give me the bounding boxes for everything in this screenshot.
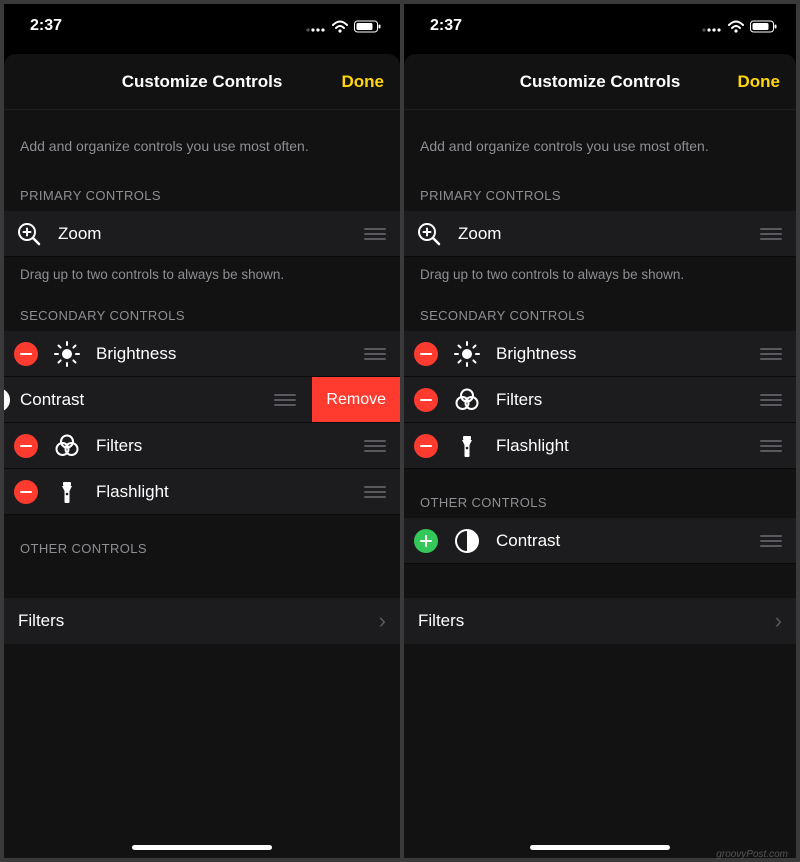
flashlight-icon [52, 477, 82, 507]
remove-button[interactable] [414, 388, 438, 412]
status-right [306, 20, 382, 33]
battery-icon [750, 20, 778, 33]
row-label: Filters [18, 611, 379, 631]
primary-row-zoom[interactable]: Zoom [404, 211, 796, 257]
remove-button[interactable] [14, 480, 38, 504]
secondary-header: SECONDARY CONTROLS [4, 282, 400, 331]
nav-bar: Customize Controls Done [404, 54, 796, 110]
home-indicator[interactable] [132, 845, 272, 850]
customize-sheet: Customize Controls Done Add and organize… [4, 54, 400, 858]
home-indicator[interactable] [530, 845, 670, 850]
page-title: Customize Controls [520, 72, 681, 92]
drag-handle[interactable] [360, 486, 386, 498]
status-time: 2:37 [430, 17, 462, 35]
filters-nav-row[interactable]: Filters › [404, 598, 796, 644]
other-header: OTHER CONTROLS [4, 515, 400, 564]
battery-icon [354, 20, 382, 33]
row-label: Brightness [496, 344, 756, 364]
customize-sheet: Customize Controls Done Add and organize… [404, 54, 796, 858]
row-label: Zoom [58, 224, 360, 244]
secondary-row-brightness[interactable]: Brightness [4, 331, 400, 377]
row-label: Contrast [10, 390, 270, 410]
brightness-icon [452, 339, 482, 369]
add-button[interactable] [414, 529, 438, 553]
chevron-right-icon: › [379, 608, 386, 634]
row-label: Filters [418, 611, 775, 631]
drag-handle[interactable] [360, 440, 386, 452]
secondary-row-flashlight[interactable]: Flashlight [4, 469, 400, 515]
secondary-row-brightness[interactable]: Brightness [404, 331, 796, 377]
status-time: 2:37 [30, 17, 62, 35]
drag-handle[interactable] [360, 228, 386, 240]
drag-handle[interactable] [756, 348, 782, 360]
done-button[interactable]: Done [342, 54, 385, 109]
zoom-icon [14, 219, 44, 249]
description-text: Add and organize controls you use most o… [404, 110, 796, 162]
contrast-icon [452, 526, 482, 556]
other-header: OTHER CONTROLS [404, 469, 796, 518]
primary-footer: Drag up to two controls to always be sho… [4, 257, 400, 282]
primary-header: PRIMARY CONTROLS [4, 162, 400, 211]
phone-right: 2:37 Customize Controls Done Add and org… [400, 4, 796, 858]
brightness-icon [52, 339, 82, 369]
drag-handle[interactable] [756, 440, 782, 452]
filters-nav-row[interactable]: Filters › [4, 598, 400, 644]
filters-icon [52, 431, 82, 461]
row-label: Contrast [496, 531, 756, 551]
chevron-right-icon: › [775, 608, 782, 634]
page-title: Customize Controls [122, 72, 283, 92]
drag-handle[interactable] [360, 348, 386, 360]
status-bar: 2:37 [4, 4, 400, 48]
status-right [702, 20, 778, 33]
wifi-icon [332, 20, 348, 33]
cellular-icon [306, 20, 326, 33]
wifi-icon [728, 20, 744, 33]
remove-button[interactable] [414, 342, 438, 366]
row-label: Filters [96, 436, 360, 456]
row-label: Zoom [458, 224, 756, 244]
primary-footer: Drag up to two controls to always be sho… [404, 257, 796, 282]
drag-handle[interactable] [756, 228, 782, 240]
remove-button[interactable] [14, 434, 38, 458]
primary-row-zoom[interactable]: Zoom [4, 211, 400, 257]
row-label: Brightness [96, 344, 360, 364]
flashlight-icon [452, 431, 482, 461]
other-row-contrast[interactable]: Contrast [404, 518, 796, 564]
drag-handle[interactable] [756, 535, 782, 547]
secondary-row-filters[interactable]: Filters [404, 377, 796, 423]
secondary-header: SECONDARY CONTROLS [404, 282, 796, 331]
primary-header: PRIMARY CONTROLS [404, 162, 796, 211]
zoom-icon [414, 219, 444, 249]
row-label: Filters [496, 390, 756, 410]
remove-button[interactable] [414, 434, 438, 458]
status-bar: 2:37 [404, 4, 796, 48]
description-text: Add and organize controls you use most o… [4, 110, 400, 162]
screenshot-pair: 2:37 Customize Controls Done Add and org… [0, 0, 800, 862]
secondary-row-flashlight[interactable]: Flashlight [404, 423, 796, 469]
row-label: Flashlight [96, 482, 360, 502]
watermark: groovyPost.com [716, 849, 788, 860]
filters-icon [452, 385, 482, 415]
cellular-icon [702, 20, 722, 33]
done-button[interactable]: Done [738, 54, 781, 109]
drag-handle[interactable] [756, 394, 782, 406]
phone-left: 2:37 Customize Controls Done Add and org… [4, 4, 400, 858]
drag-handle[interactable] [270, 394, 296, 406]
secondary-row-contrast-swiped[interactable]: Contrast Remove [4, 377, 400, 423]
swipe-remove-button[interactable]: Remove [312, 377, 400, 422]
row-label: Flashlight [496, 436, 756, 456]
remove-button[interactable] [14, 342, 38, 366]
nav-bar: Customize Controls Done [4, 54, 400, 110]
secondary-row-filters[interactable]: Filters [4, 423, 400, 469]
